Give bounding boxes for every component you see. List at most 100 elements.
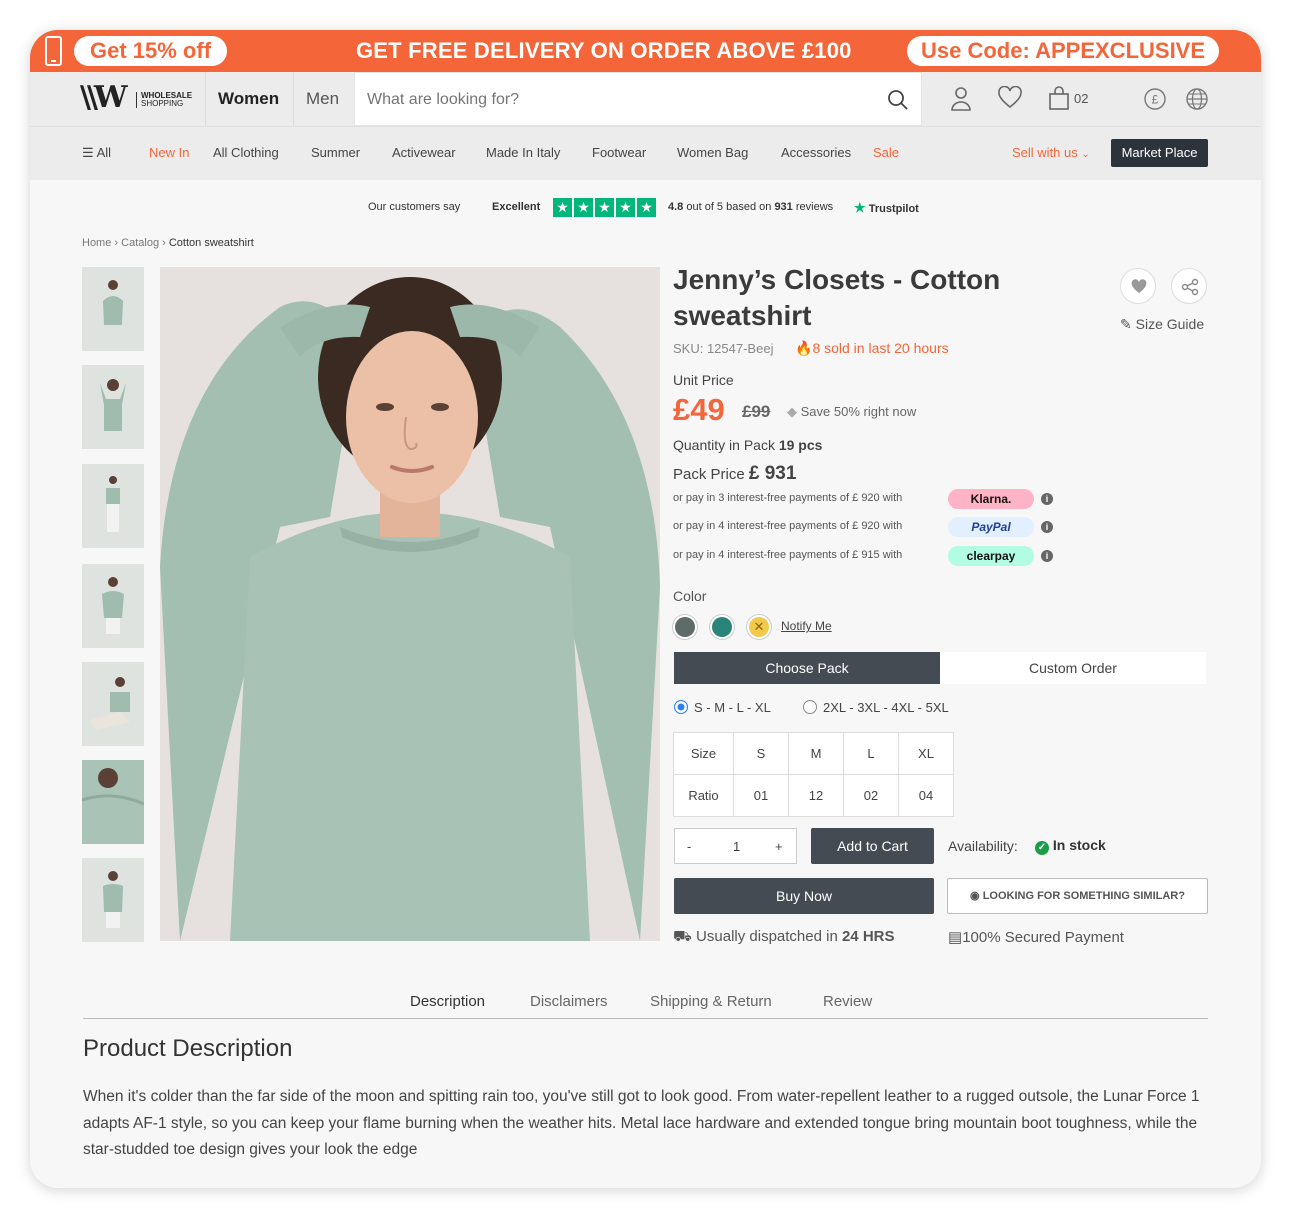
breadcrumb-current: Cotton sweatshirt <box>168 237 254 249</box>
table-cell: Size <box>673 732 734 775</box>
color-swatch-yellow-unavailable[interactable]: ✕ <box>749 617 769 637</box>
pencil-icon: ✎ <box>1120 316 1132 332</box>
info-icon[interactable]: i <box>1041 493 1053 505</box>
dispatch-info: ⛟ Usually dispatched in 24 HRS <box>673 928 895 945</box>
nav-sale[interactable]: Sale <box>873 145 899 160</box>
fire-icon: 🔥 <box>795 340 813 356</box>
globe-icon[interactable] <box>1185 87 1209 111</box>
nav-all-clothing[interactable]: All Clothing <box>213 145 279 160</box>
promo-code-pill[interactable]: Use Code: APPEXCLUSIVE <box>907 36 1220 66</box>
size-ratio-table: Size S M L XL Ratio 01 12 02 04 <box>673 732 954 817</box>
color-swatch-grey[interactable] <box>675 617 695 637</box>
logo-text: WHOLESALE SHOPPING <box>136 92 192 108</box>
trustpilot-logo: ★ Trustpilot <box>854 200 919 215</box>
thumbnail-7[interactable] <box>82 858 144 942</box>
tab-shipping-return[interactable]: Shipping & Return <box>650 993 772 1010</box>
qty-increment[interactable]: + <box>775 839 783 854</box>
tab-custom-order[interactable]: Custom Order <box>940 652 1206 684</box>
share-button[interactable] <box>1171 268 1207 304</box>
tag-icon: ◆ <box>787 404 797 419</box>
qty-input[interactable]: 1 <box>733 839 740 854</box>
nav-sell-with-us[interactable]: Sell with us ⌄ <box>1012 145 1090 160</box>
buy-now-button[interactable]: Buy Now <box>674 878 934 914</box>
radio-size-group-1[interactable] <box>674 700 688 714</box>
secure-payment-info: ▤100% Secured Payment <box>948 929 1124 946</box>
heart-icon[interactable] <box>997 86 1023 110</box>
tab-disclaimers[interactable]: Disclaimers <box>530 993 608 1010</box>
promo-bar: Get 15% off GET FREE DELIVERY ON ORDER A… <box>30 30 1261 72</box>
model-figure <box>90 677 130 730</box>
color-swatch-teal[interactable] <box>712 617 732 637</box>
star-icon: ★ <box>616 198 635 217</box>
nav-activewear[interactable]: Activewear <box>392 145 456 160</box>
paypal-badge[interactable]: PayPal <box>948 517 1034 537</box>
star-icon: ★ <box>637 198 656 217</box>
star-icon: ★ <box>574 198 593 217</box>
model-illustration <box>160 267 660 941</box>
nav-summer[interactable]: Summer <box>311 145 360 160</box>
find-similar-button[interactable]: ◉ LOOKING FOR SOMETHING SIMILAR? <box>947 878 1208 914</box>
current-price: £49 <box>673 392 725 427</box>
trustpilot-star-icon: ★ <box>854 200 866 215</box>
user-icon[interactable] <box>950 86 972 112</box>
size-row: Size S M L XL <box>673 732 954 775</box>
chevron-down-icon: ⌄ <box>1081 149 1090 160</box>
app-frame: Get 15% off GET FREE DELIVERY ON ORDER A… <box>30 30 1261 1188</box>
promo-discount-pill[interactable]: Get 15% off <box>74 36 228 66</box>
thumbnail-5[interactable] <box>82 662 144 746</box>
tab-men[interactable]: Men <box>293 72 351 126</box>
info-icon[interactable]: i <box>1041 521 1053 533</box>
tabs-divider <box>83 1018 1208 1019</box>
qty-decrement[interactable]: - <box>687 839 691 854</box>
clearpay-badge[interactable]: clearpay <box>948 546 1034 566</box>
breadcrumb-home[interactable]: Home <box>82 237 111 249</box>
nav-accessories[interactable]: Accessories <box>781 145 851 160</box>
bag-icon[interactable] <box>1048 86 1070 110</box>
info-icon[interactable]: i <box>1041 550 1053 562</box>
thumbnail-1[interactable] <box>82 267 144 351</box>
product-main-image[interactable] <box>160 267 660 941</box>
sold-count: 🔥8 sold in last 20 hours <box>795 340 949 356</box>
pay-row-paypal: or pay in 4 interest-free payments of £ … <box>673 520 903 532</box>
tab-review[interactable]: Review <box>823 993 872 1010</box>
truck-icon: ⛟ <box>673 928 692 945</box>
logo-mark: \\W <box>80 80 128 115</box>
search-icon[interactable] <box>887 89 909 111</box>
phone-icon <box>45 36 62 66</box>
site-logo[interactable]: \\W WHOLESALE SHOPPING <box>80 80 195 118</box>
table-cell: 12 <box>788 774 844 817</box>
thumbnail-6[interactable] <box>82 760 144 844</box>
marketplace-button[interactable]: Market Place <box>1111 139 1208 167</box>
tab-women[interactable]: Women <box>205 72 292 126</box>
old-price: £99 <box>742 402 771 421</box>
nav-all[interactable]: ☰ All <box>82 145 111 161</box>
size-guide-link[interactable]: ✎ Size Guide <box>1120 316 1204 333</box>
breadcrumb-catalog[interactable]: Catalog <box>121 237 159 249</box>
description-body: When it's colder than the far side of th… <box>83 1088 1200 1158</box>
search-box[interactable] <box>354 72 922 126</box>
search-input[interactable] <box>367 87 867 113</box>
notify-me-link[interactable]: Notify Me <box>781 619 832 633</box>
trustpilot-bar[interactable]: Our customers say Excellent ★ ★ ★ ★ ★ 4.8 ou… <box>30 196 1261 220</box>
thumbnail-2[interactable] <box>82 365 144 449</box>
check-circle-icon: ✓ <box>1035 841 1049 855</box>
heart-icon <box>1131 279 1147 293</box>
wishlist-button[interactable] <box>1120 268 1156 304</box>
nav-new-in[interactable]: New In <box>149 145 189 160</box>
nav-footwear[interactable]: Footwear <box>592 145 646 160</box>
thumbnail-4[interactable] <box>82 564 144 648</box>
radio-size-group-2[interactable] <box>803 700 817 714</box>
nav-women-bag[interactable]: Women Bag <box>677 145 748 160</box>
model-figure <box>103 871 123 928</box>
card-icon: ▤ <box>948 929 963 946</box>
pack-price: Pack Price £ 931 <box>673 463 797 484</box>
thumbnail-3[interactable] <box>82 464 144 548</box>
nav-made-in-italy[interactable]: Made In Italy <box>486 145 560 160</box>
model-figure <box>103 280 123 325</box>
tab-choose-pack[interactable]: Choose Pack <box>674 652 940 684</box>
tab-description[interactable]: Description <box>410 993 485 1010</box>
currency-icon[interactable]: £ <box>1143 87 1167 111</box>
add-to-cart-button[interactable]: Add to Cart <box>811 828 934 864</box>
klarna-badge[interactable]: Klarna. <box>948 489 1034 509</box>
quantity-stepper: - 1 + <box>674 828 797 864</box>
